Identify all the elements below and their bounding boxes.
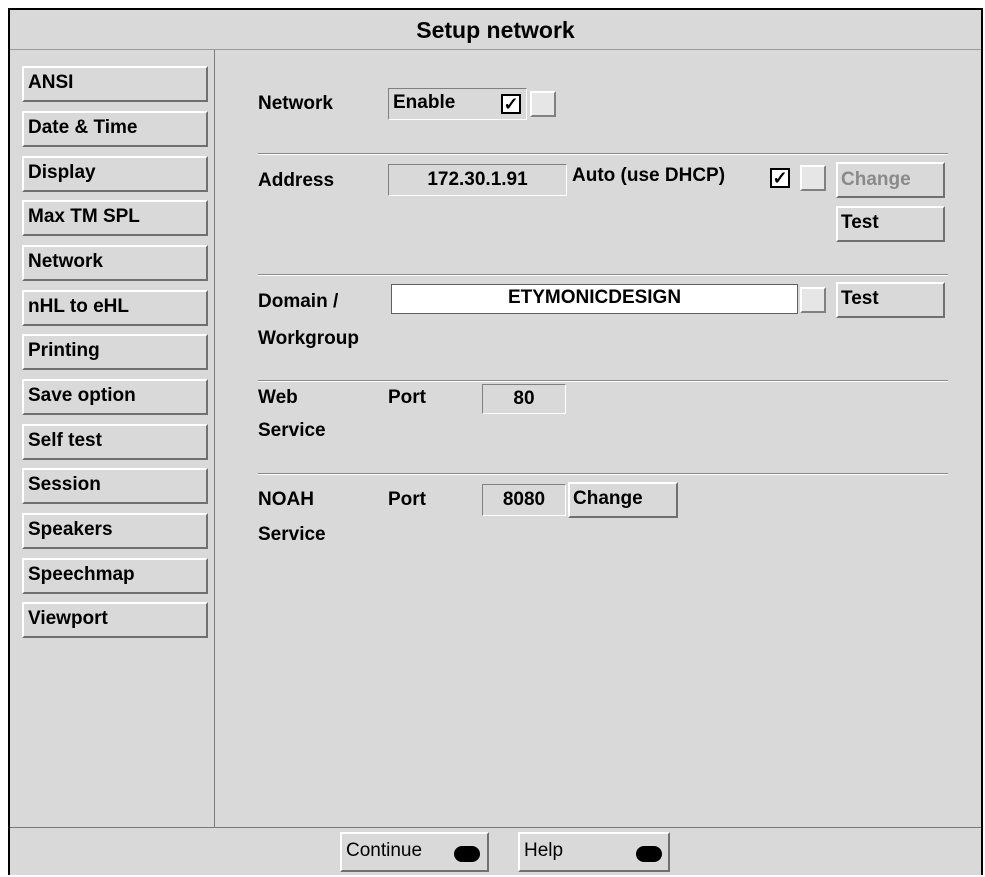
domain-test-button[interactable]: Test — [836, 282, 945, 318]
web-port-value: 80 — [482, 384, 566, 414]
sidebar-item-self-test[interactable]: Self test — [22, 424, 208, 460]
separator — [258, 153, 948, 155]
continue-button[interactable]: Continue — [340, 832, 489, 872]
separator — [258, 380, 948, 382]
sidebar-item-max-tm-spl[interactable]: Max TM SPL — [22, 200, 208, 236]
sidebar-item-speechmap[interactable]: Speechmap — [22, 558, 208, 594]
sidebar-item-save-option[interactable]: Save option — [22, 379, 208, 415]
sidebar: ANSI Date & Time Display Max TM SPL Netw… — [10, 50, 215, 827]
network-enable-checkbox[interactable]: ✓ — [501, 94, 521, 114]
noah-label: NOAH — [258, 489, 314, 510]
bottom-bar: Continue Help — [10, 827, 981, 877]
separator — [258, 473, 948, 475]
address-value-field: 172.30.1.91 — [388, 164, 567, 196]
address-change-button[interactable]: Change — [836, 162, 945, 198]
domain-label: Domain / — [258, 291, 339, 312]
setup-network-window: Setup network ANSI Date & Time Display M… — [8, 8, 983, 875]
noah-port-label: Port — [388, 489, 426, 510]
sidebar-item-printing[interactable]: Printing — [22, 334, 208, 370]
sidebar-item-session[interactable]: Session — [22, 468, 208, 504]
domain-workgroup-input[interactable]: ETYMONICDESIGN — [391, 284, 798, 314]
web-port-label: Port — [388, 387, 426, 408]
sidebar-item-nhl-to-ehl[interactable]: nHL to eHL — [22, 290, 208, 326]
help-label: Help — [524, 840, 564, 861]
continue-label: Continue — [346, 840, 423, 861]
sidebar-item-date-time[interactable]: Date & Time — [22, 111, 208, 147]
dhcp-auto-label: Auto (use DHCP) — [572, 165, 726, 186]
address-label: Address — [258, 170, 335, 191]
sidebar-item-network[interactable]: Network — [22, 245, 208, 281]
dhcp-auto-checkbox[interactable]: ✓ — [770, 168, 790, 188]
separator — [258, 274, 948, 276]
sidebar-item-viewport[interactable]: Viewport — [22, 602, 208, 638]
web-label: Web — [258, 387, 298, 408]
window-title: Setup network — [10, 10, 981, 50]
sidebar-item-ansi[interactable]: ANSI — [22, 66, 208, 102]
sidebar-item-speakers[interactable]: Speakers — [22, 513, 208, 549]
network-enable-toggle[interactable] — [530, 91, 556, 117]
network-label: Network — [258, 93, 333, 114]
web-service-label: Service — [258, 420, 326, 441]
domain-toggle[interactable] — [800, 287, 826, 313]
noah-service-label: Service — [258, 524, 326, 545]
address-test-button[interactable]: Test — [836, 206, 945, 242]
continue-indicator-icon — [454, 846, 480, 862]
dhcp-toggle[interactable] — [800, 165, 826, 191]
help-indicator-icon — [636, 846, 662, 862]
sidebar-item-display[interactable]: Display — [22, 156, 208, 192]
help-button[interactable]: Help — [518, 832, 670, 872]
workgroup-label: Workgroup — [258, 328, 359, 349]
network-enable-label: Enable — [393, 92, 456, 113]
noah-port-value: 8080 — [482, 484, 566, 516]
noah-change-button[interactable]: Change — [568, 482, 678, 518]
